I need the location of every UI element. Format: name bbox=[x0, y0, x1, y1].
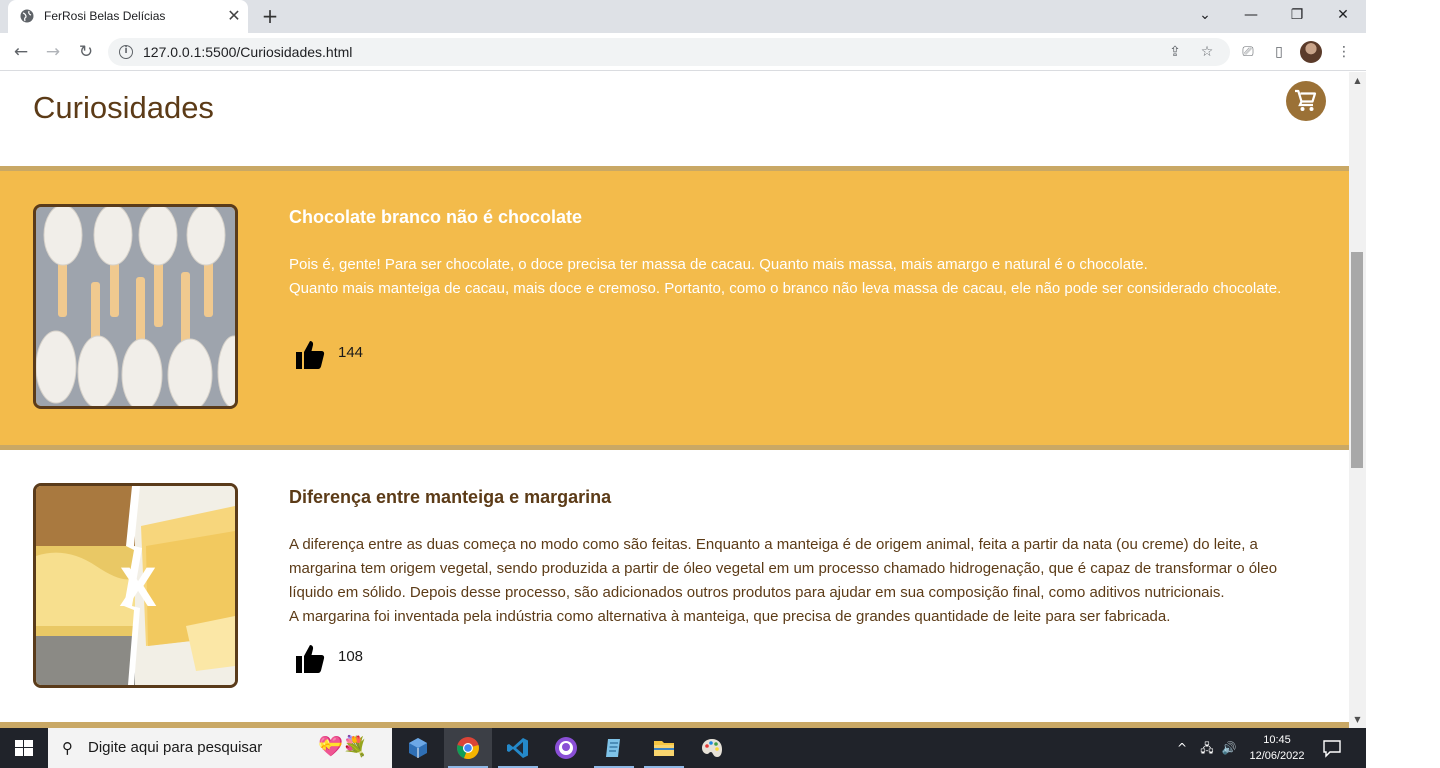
profile-avatar[interactable] bbox=[1300, 41, 1322, 63]
chrome-taskbar-app[interactable] bbox=[444, 728, 492, 768]
page-viewport: Curiosidades Chocolate branco não é choc… bbox=[0, 72, 1349, 728]
file-explorer-taskbar-app[interactable] bbox=[640, 728, 688, 768]
scroll-up-arrow-icon[interactable]: ▲ bbox=[1349, 72, 1366, 89]
cart-button[interactable] bbox=[1286, 81, 1326, 121]
curiosity-card-white-chocolate: Chocolate branco não é chocolate Pois é,… bbox=[0, 166, 1349, 450]
cast-icon[interactable]: ⎚ bbox=[1238, 42, 1258, 62]
minimize-button[interactable]: — bbox=[1228, 0, 1274, 30]
notepad-taskbar-app[interactable] bbox=[590, 728, 638, 768]
notification-center-icon[interactable] bbox=[1322, 738, 1342, 758]
card-text: A diferença entre as duas começa no modo… bbox=[289, 533, 1324, 629]
page-scrollbar[interactable]: ▲ ▼ bbox=[1349, 72, 1366, 728]
network-icon[interactable]: 🖧 bbox=[1197, 728, 1217, 768]
bookmark-star-icon[interactable]: ☆ bbox=[1198, 43, 1216, 61]
url-text[interactable]: 127.0.0.1:5500/Curiosidades.html bbox=[143, 44, 352, 60]
volume-icon[interactable]: 🔊 bbox=[1219, 728, 1239, 768]
butter-margarine-illustration: X bbox=[36, 486, 235, 685]
image-x-mark: X bbox=[119, 555, 156, 618]
side-panel-icon[interactable]: ▯ bbox=[1269, 42, 1289, 62]
tab-title: FerRosi Belas Delícias bbox=[44, 9, 166, 23]
address-bar[interactable]: i 127.0.0.1:5500/Curiosidades.html ⇪ ☆ bbox=[108, 38, 1230, 66]
site-info-icon[interactable]: i bbox=[119, 45, 133, 59]
scrollbar-thumb[interactable] bbox=[1351, 252, 1363, 468]
restore-button[interactable]: ❐ bbox=[1274, 0, 1320, 30]
new-tab-button[interactable]: + bbox=[258, 4, 282, 28]
start-button[interactable] bbox=[0, 728, 48, 768]
vscode-icon bbox=[507, 738, 528, 758]
globe-icon bbox=[20, 9, 34, 23]
folder-icon bbox=[654, 741, 674, 756]
github-desktop-taskbar-app[interactable] bbox=[542, 728, 590, 768]
white-chocolate-image bbox=[33, 204, 238, 409]
card-text: Pois é, gente! Para ser chocolate, o doc… bbox=[289, 253, 1324, 301]
browser-tab-strip: FerRosi Belas Delícias ✕ + ⌄ — ❐ ✕ bbox=[0, 0, 1366, 33]
back-button[interactable]: ← bbox=[8, 39, 34, 65]
show-hidden-icons-chevron[interactable]: ^ bbox=[1174, 728, 1190, 768]
card-paragraph: A diferença entre as duas começa no modo… bbox=[289, 536, 1278, 601]
windows-logo-icon bbox=[15, 740, 33, 756]
browser-toolbar: ← → ↻ i 127.0.0.1:5500/Curiosidades.html… bbox=[0, 33, 1366, 71]
github-desktop-icon bbox=[555, 737, 577, 759]
virtualbox-icon bbox=[409, 738, 427, 758]
virtualbox-taskbar-app[interactable] bbox=[394, 728, 442, 768]
card-paragraph: Quanto mais manteiga de cacau, mais doce… bbox=[289, 280, 1282, 297]
card-paragraph: A margarina foi inventada pela indústria… bbox=[289, 608, 1171, 625]
tab-close-icon[interactable]: ✕ bbox=[226, 8, 242, 24]
white-chocolate-illustration bbox=[36, 207, 235, 406]
forward-button[interactable]: → bbox=[40, 39, 66, 65]
like-count: 144 bbox=[338, 344, 364, 361]
chrome-icon bbox=[457, 737, 479, 760]
windows-taskbar: ⚲ Digite aqui para pesquisar 💝💐 ^ 🖧 🔊 10… bbox=[0, 728, 1366, 768]
thumbs-up-icon[interactable] bbox=[294, 339, 326, 371]
butter-margarine-image: X bbox=[33, 483, 238, 688]
search-highlight-icon: 💝💐 bbox=[318, 734, 368, 758]
search-icon: ⚲ bbox=[62, 739, 73, 757]
clock-time: 10:45 bbox=[1263, 734, 1291, 746]
paint-taskbar-app[interactable] bbox=[688, 728, 736, 768]
card-paragraph: Pois é, gente! Para ser chocolate, o doc… bbox=[289, 256, 1148, 273]
like-count: 108 bbox=[338, 648, 364, 665]
browser-tab[interactable]: FerRosi Belas Delícias ✕ bbox=[8, 0, 248, 33]
clock-date: 12/06/2022 bbox=[1249, 750, 1305, 762]
close-window-button[interactable]: ✕ bbox=[1320, 0, 1366, 30]
curiosity-card-butter-margarine: X Diferença entre manteiga e margarina A… bbox=[0, 450, 1349, 722]
cart-icon bbox=[1295, 89, 1317, 111]
scroll-down-arrow-icon[interactable]: ▼ bbox=[1349, 711, 1366, 728]
reload-button[interactable]: ↻ bbox=[73, 39, 99, 65]
card-title: Chocolate branco não é chocolate bbox=[289, 207, 583, 227]
vscode-taskbar-app[interactable] bbox=[494, 728, 542, 768]
share-icon[interactable]: ⇪ bbox=[1166, 43, 1184, 61]
search-placeholder: Digite aqui para pesquisar bbox=[88, 739, 263, 756]
card-title: Diferença entre manteiga e margarina bbox=[289, 487, 612, 507]
thumbs-up-icon[interactable] bbox=[294, 643, 326, 675]
taskbar-search[interactable]: ⚲ Digite aqui para pesquisar 💝💐 bbox=[48, 728, 392, 768]
tab-search-dropdown-icon[interactable]: ⌄ bbox=[1182, 0, 1228, 30]
taskbar-clock[interactable]: 10:45 12/06/2022 bbox=[1244, 732, 1310, 764]
notepad-icon bbox=[606, 739, 620, 757]
paint-palette-icon bbox=[702, 739, 722, 757]
page-title: Curiosidades bbox=[33, 90, 214, 125]
browser-menu-icon[interactable]: ⋮ bbox=[1334, 42, 1354, 62]
